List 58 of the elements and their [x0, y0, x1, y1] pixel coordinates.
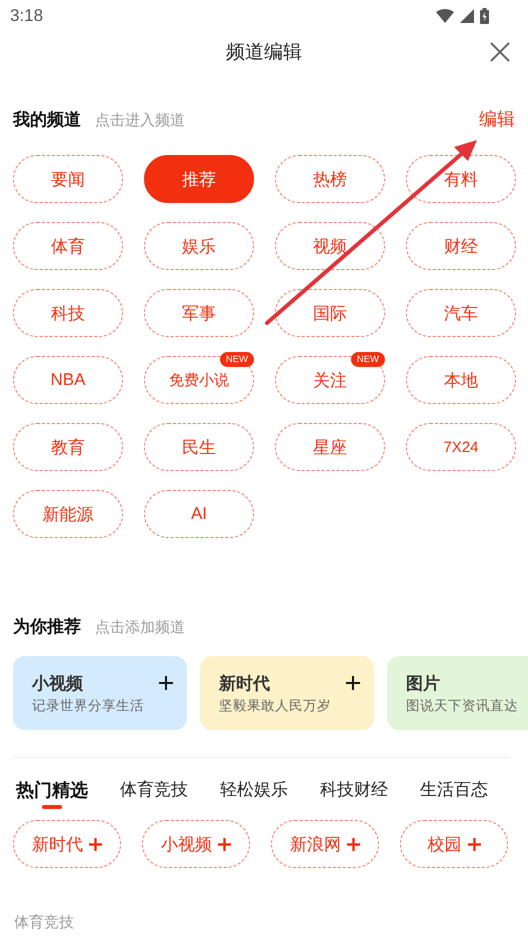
card-title: 新时代 [219, 672, 270, 694]
card-subtitle: 记录世界分享生活 [32, 697, 145, 715]
status-time: 3:18 [10, 6, 44, 26]
plus-icon [218, 838, 231, 850]
category-tab[interactable]: 生活百态 [420, 778, 488, 808]
channel-chip[interactable]: 有料 [406, 155, 516, 203]
new-badge: NEW [220, 352, 254, 367]
card-subtitle: 图说天下资讯直达 [406, 697, 519, 715]
channel-chip[interactable]: 新能源 [13, 490, 123, 538]
card-subtitle: 坚毅果敢人民万岁 [219, 697, 332, 715]
category-tab[interactable]: 热门精选 [16, 778, 88, 808]
plus-icon [347, 838, 360, 850]
channel-chip[interactable]: 热榜 [275, 155, 385, 203]
close-icon[interactable] [490, 42, 510, 62]
section-title: 为你推荐 [13, 616, 81, 638]
recommend-card[interactable]: 新时代 坚毅果敢人民万岁 [200, 656, 374, 730]
edit-link[interactable]: 编辑 [479, 107, 515, 131]
channel-chip[interactable]: 推荐 [144, 155, 254, 203]
channel-chip[interactable]: 财经 [406, 222, 516, 270]
plus-icon[interactable] [346, 676, 360, 690]
card-title: 小视频 [32, 672, 83, 694]
section-hint: 点击添加频道 [95, 618, 185, 637]
recommend-card[interactable]: 图片 图说天下资讯直达 [387, 656, 528, 730]
channel-chip[interactable]: 7X24 [406, 423, 516, 471]
category-tab[interactable]: 科技财经 [320, 778, 388, 808]
channel-chip[interactable]: 要闻 [13, 155, 123, 203]
wifi-icon [436, 9, 454, 23]
channel-chip[interactable]: 国际 [275, 289, 385, 337]
channel-chip[interactable]: 星座 [275, 423, 385, 471]
channel-chip[interactable]: 汽车 [406, 289, 516, 337]
add-channel-chip[interactable]: 新浪网 [271, 820, 379, 868]
recommend-card[interactable]: 小视频 记录世界分享生活 [13, 656, 187, 730]
channel-chip[interactable]: 教育 [13, 423, 123, 471]
plus-icon [468, 838, 480, 850]
add-channel-chip[interactable]: 校园 [400, 820, 508, 868]
channel-chip[interactable]: 科技 [13, 289, 123, 337]
section-label: 体育竞技 [13, 913, 75, 932]
plus-icon [89, 838, 102, 850]
add-channel-chip[interactable]: 新时代 [13, 820, 121, 868]
battery-icon [480, 8, 489, 24]
section-hint: 点击进入频道 [95, 111, 185, 130]
signal-icon [460, 9, 474, 23]
channel-chip[interactable]: 体育 [13, 222, 123, 270]
card-title: 图片 [406, 672, 440, 694]
channel-chip[interactable]: 视频 [275, 222, 385, 270]
channel-chip[interactable]: AI [144, 490, 254, 538]
category-tab[interactable]: 轻松娱乐 [220, 778, 288, 808]
channel-chip[interactable]: NBA [13, 356, 123, 404]
channel-chip[interactable]: 军事 [144, 289, 254, 337]
page-title: 频道编辑 [226, 41, 302, 65]
new-badge: NEW [350, 352, 385, 367]
channel-chip[interactable]: 本地 [406, 356, 516, 404]
channel-chip[interactable]: 娱乐 [144, 222, 254, 270]
section-title: 我的频道 [13, 109, 81, 131]
channel-chip[interactable]: 民生 [144, 423, 254, 471]
add-channel-chip[interactable]: 小视频 [142, 820, 250, 868]
category-tab[interactable]: 体育竞技 [120, 778, 188, 808]
plus-icon[interactable] [159, 676, 173, 690]
